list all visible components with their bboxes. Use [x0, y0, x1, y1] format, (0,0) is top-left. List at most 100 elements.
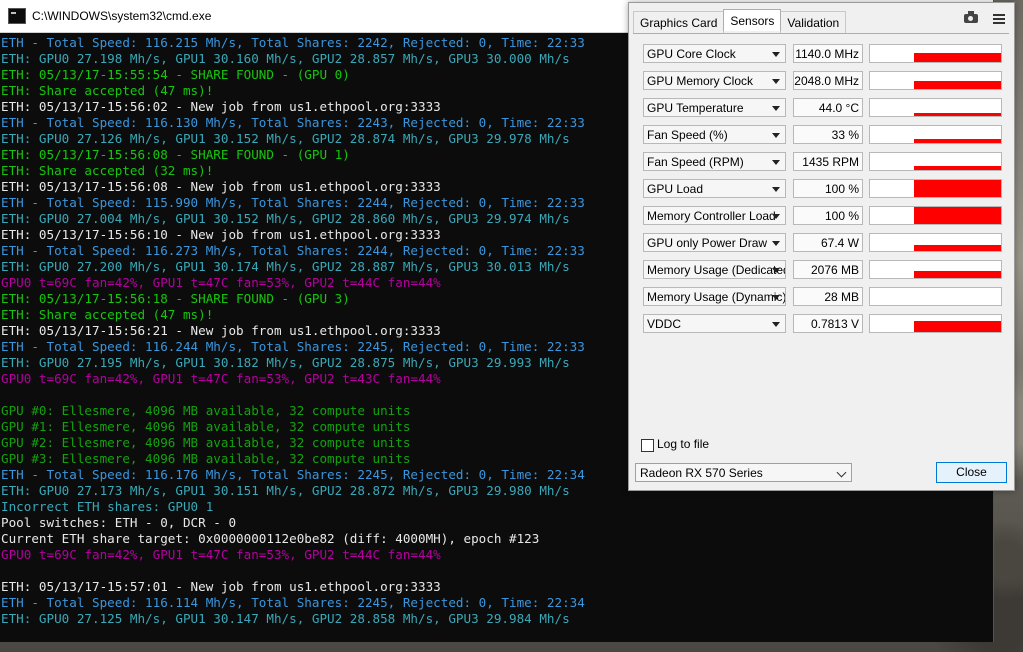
sensor-graph-bar: [914, 139, 1001, 143]
tab-sensors[interactable]: Sensors: [723, 9, 782, 31]
sensor-select[interactable]: GPU Memory Clock: [643, 71, 786, 90]
dropdown-arrow-icon: [772, 52, 780, 57]
sensor-row: Memory Usage (Dedicated) 2076 MB: [643, 260, 1009, 281]
gpu-select-dropdown[interactable]: Radeon RX 570 Series: [635, 463, 852, 482]
sensor-row: GPU Temperature 44.0 °C: [643, 98, 1009, 119]
sensor-select[interactable]: GPU Temperature: [643, 98, 786, 117]
gpu-select-value: Radeon RX 570 Series: [640, 466, 763, 480]
dropdown-arrow-icon: [772, 322, 780, 327]
sensor-row: Fan Speed (RPM) 1435 RPM: [643, 152, 1009, 173]
console-line: Incorrect ETH shares: GPU0 1: [1, 499, 214, 514]
sensor-graph: [869, 71, 1002, 90]
sensor-row: VDDC 0.7813 V: [643, 314, 1009, 335]
sensor-label: GPU Temperature: [647, 101, 744, 115]
sensor-value: 0.7813 V: [793, 314, 863, 333]
console-line: Pool switches: ETH - 0, DCR - 0: [1, 515, 237, 530]
cmd-window-title: C:\WINDOWS\system32\cmd.exe: [32, 9, 212, 23]
sensor-row: GPU only Power Draw 67.4 W: [643, 233, 1009, 254]
gpuz-sensors-window[interactable]: Graphics Card Sensors Validation GPU Cor…: [628, 2, 1015, 491]
console-line: ETH: 05/13/17-15:57:01 - New job from us…: [1, 579, 441, 594]
sensor-row: Fan Speed (%) 33 %: [643, 125, 1009, 146]
dropdown-arrow-icon: [772, 214, 780, 219]
log-to-file-checkbox[interactable]: [641, 439, 654, 452]
sensor-graph: [869, 98, 1002, 117]
dropdown-arrow-icon: [772, 133, 780, 138]
sensor-graph-bar: [914, 166, 1001, 170]
sensor-select[interactable]: Fan Speed (%): [643, 125, 786, 144]
sensor-row: GPU Core Clock 1140.0 MHz: [643, 44, 1009, 65]
sensor-value: 28 MB: [793, 287, 863, 306]
dropdown-arrow-icon: [772, 160, 780, 165]
console-line: ETH - Total Speed: 116.114 Mh/s, Total S…: [1, 595, 585, 610]
sensor-value: 100 %: [793, 206, 863, 225]
sensor-label: GPU Core Clock: [647, 47, 736, 61]
sensor-graph-bar: [914, 53, 1001, 62]
sensor-value: 67.4 W: [793, 233, 863, 252]
sensor-label: Memory Usage (Dynamic): [647, 290, 786, 304]
sensor-select[interactable]: Memory Usage (Dedicated): [643, 260, 786, 279]
sensor-graph: [869, 152, 1002, 171]
sensor-label: Memory Usage (Dedicated): [647, 263, 786, 277]
sensor-graph: [869, 233, 1002, 252]
sensor-graph-bar: [914, 81, 1001, 89]
sensor-graph-bar: [914, 180, 1001, 197]
log-to-file-label: Log to file: [657, 437, 710, 451]
sensor-select[interactable]: Memory Usage (Dynamic): [643, 287, 786, 306]
sensor-graph: [869, 314, 1002, 333]
close-button[interactable]: Close: [936, 462, 1007, 483]
sensor-value: 2048.0 MHz: [793, 71, 863, 90]
sensor-graph: [869, 44, 1002, 63]
sensor-value: 33 %: [793, 125, 863, 144]
sensor-select[interactable]: Memory Controller Load: [643, 206, 786, 225]
sensor-label: GPU only Power Draw: [647, 236, 768, 250]
sensor-select[interactable]: VDDC: [643, 314, 786, 333]
sensor-graph: [869, 179, 1002, 198]
sensor-graph: [869, 260, 1002, 279]
sensor-graph-bar: [914, 207, 1001, 224]
sensor-row: GPU Memory Clock 2048.0 MHz: [643, 71, 1009, 92]
sensor-value: 44.0 °C: [793, 98, 863, 117]
dropdown-arrow-icon: [772, 295, 780, 300]
chevron-down-icon: [836, 467, 847, 478]
sensor-graph-bar: [914, 113, 1001, 116]
cmd-app-icon: [8, 8, 26, 24]
tab-graphics-card[interactable]: Graphics Card: [633, 11, 725, 33]
sensor-graph-bar: [914, 245, 1001, 251]
sensor-graph: [869, 287, 1002, 306]
gpuz-tab-bar: Graphics Card Sensors Validation: [633, 9, 847, 33]
dropdown-arrow-icon: [772, 106, 780, 111]
sensor-select[interactable]: GPU Load: [643, 179, 786, 198]
console-line: GPU0 t=69C fan=42%, GPU1 t=47C fan=53%, …: [1, 547, 441, 562]
dropdown-arrow-icon: [772, 187, 780, 192]
dropdown-arrow-icon: [772, 268, 780, 273]
sensor-select[interactable]: GPU only Power Draw: [643, 233, 786, 252]
dropdown-arrow-icon: [772, 241, 780, 246]
sensor-value: 1435 RPM: [793, 152, 863, 171]
sensor-label: GPU Memory Clock: [647, 74, 754, 88]
sensor-select[interactable]: Fan Speed (RPM): [643, 152, 786, 171]
sensor-select[interactable]: GPU Core Clock: [643, 44, 786, 63]
sensor-value: 100 %: [793, 179, 863, 198]
sensor-graph-bar: [914, 271, 1001, 278]
sensor-row: Memory Usage (Dynamic) 28 MB: [643, 287, 1009, 308]
dropdown-arrow-icon: [772, 79, 780, 84]
tab-validation[interactable]: Validation: [780, 11, 847, 33]
sensor-graph-bar: [914, 321, 1001, 332]
sensor-label: VDDC: [647, 317, 682, 331]
sensor-label: Fan Speed (RPM): [647, 155, 744, 169]
sensor-value: 1140.0 MHz: [793, 44, 863, 63]
sensor-label: Fan Speed (%): [647, 128, 728, 142]
sensor-label: Memory Controller Load: [647, 209, 776, 223]
console-line: Current ETH share target: 0x0000000112e0…: [1, 531, 540, 546]
sensor-value: 2076 MB: [793, 260, 863, 279]
sensor-graph: [869, 206, 1002, 225]
sensor-label: GPU Load: [647, 182, 704, 196]
sensor-row: GPU Load 100 %: [643, 179, 1009, 200]
sensor-row: Memory Controller Load 100 %: [643, 206, 1009, 227]
hamburger-menu-icon[interactable]: [993, 14, 1005, 24]
sensor-graph: [869, 125, 1002, 144]
camera-icon[interactable]: [964, 11, 978, 23]
console-line: ETH: GPU0 27.125 Mh/s, GPU1 30.147 Mh/s,…: [1, 611, 570, 626]
sensor-panel: GPU Core Clock 1140.0 MHz GPU Memory Clock…: [633, 33, 1009, 454]
